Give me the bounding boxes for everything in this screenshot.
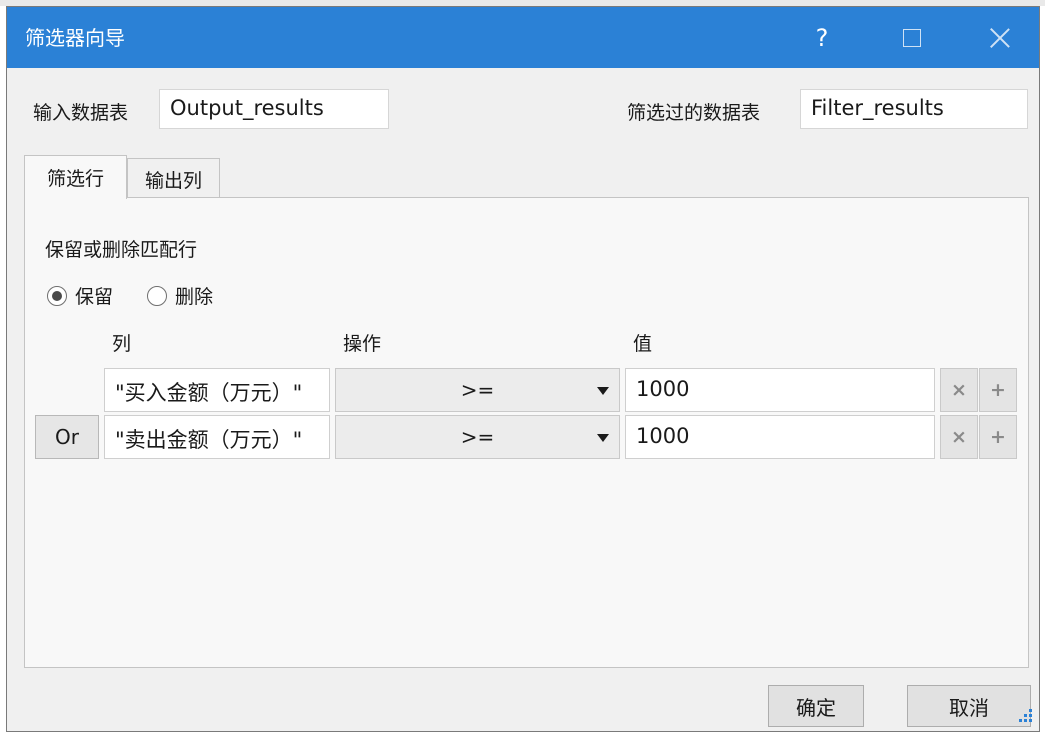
radio-selected-dot: [52, 290, 62, 301]
condition-2-remove-button[interactable]: ×: [940, 415, 978, 459]
radio-keep[interactable]: 保留: [47, 282, 113, 309]
radio-delete[interactable]: 删除: [147, 282, 213, 309]
radio-delete-label: 删除: [175, 286, 214, 308]
filter-rows-panel: 保留或删除匹配行 保留 删除 列 操作 值 "买入金额（万元）" >= 1000…: [24, 197, 1029, 668]
help-icon: ?: [815, 23, 829, 52]
window-title: 筛选器向导: [25, 26, 125, 50]
maximize-icon: [903, 28, 921, 47]
condition-2-connector-button[interactable]: Or: [35, 415, 99, 459]
maximize-button[interactable]: [877, 7, 947, 68]
condition-1-operator-value: >=: [460, 378, 495, 402]
condition-2-value-field[interactable]: 1000: [625, 415, 935, 459]
condition-2-column-field[interactable]: "卖出金额（万元）": [104, 415, 330, 459]
keep-or-delete-label: 保留或删除匹配行: [45, 239, 198, 261]
condition-1-column-field[interactable]: "买入金额（万元）": [104, 368, 330, 412]
condition-2-connector-label: Or: [55, 425, 79, 449]
ok-button-label: 确定: [796, 695, 836, 720]
input-table-field[interactable]: Output_results: [159, 89, 389, 129]
filter-wizard-dialog: 筛选器向导 ? 输入数据表 Output_results 筛选过的数据表 Fil…: [6, 6, 1040, 732]
column-header: 列: [112, 333, 132, 355]
ok-button[interactable]: 确定: [768, 685, 864, 727]
condition-1-value-field[interactable]: 1000: [625, 368, 935, 412]
filtered-table-label: 筛选过的数据表: [627, 102, 761, 124]
condition-1-add-button[interactable]: +: [979, 368, 1017, 412]
value-header: 值: [633, 333, 653, 355]
filtered-table-field[interactable]: Filter_results: [800, 89, 1028, 129]
remove-condition-icon: ×: [951, 426, 967, 448]
cancel-button-label: 取消: [949, 695, 989, 720]
condition-2-operator-value: >=: [460, 425, 495, 449]
tab-output-columns[interactable]: 输出列: [127, 158, 220, 199]
resize-grip-icon[interactable]: [1017, 709, 1033, 725]
cancel-button[interactable]: 取消: [907, 685, 1031, 727]
operation-header: 操作: [343, 333, 382, 355]
dropdown-arrow-icon: [597, 387, 609, 395]
condition-2-operator-select[interactable]: >=: [335, 415, 620, 459]
radio-keep-circle: [47, 285, 67, 306]
dropdown-arrow-icon: [597, 434, 609, 442]
close-button[interactable]: [965, 7, 1035, 68]
input-table-label: 输入数据表: [33, 102, 129, 124]
radio-delete-circle: [147, 285, 167, 306]
tab-filter-rows-label: 筛选行: [46, 168, 104, 190]
condition-1-remove-button[interactable]: ×: [940, 368, 978, 412]
remove-condition-icon: ×: [951, 379, 967, 401]
tab-filter-rows[interactable]: 筛选行: [24, 155, 127, 199]
condition-2-add-button[interactable]: +: [979, 415, 1017, 459]
title-bar: 筛选器向导 ?: [7, 7, 1039, 68]
help-button[interactable]: ?: [787, 7, 857, 68]
condition-1-operator-select[interactable]: >=: [335, 368, 620, 412]
close-icon: [989, 27, 1011, 49]
add-condition-icon: +: [990, 426, 1006, 448]
tab-output-columns-label: 输出列: [144, 169, 202, 192]
add-condition-icon: +: [990, 379, 1006, 401]
radio-keep-label: 保留: [75, 286, 114, 308]
